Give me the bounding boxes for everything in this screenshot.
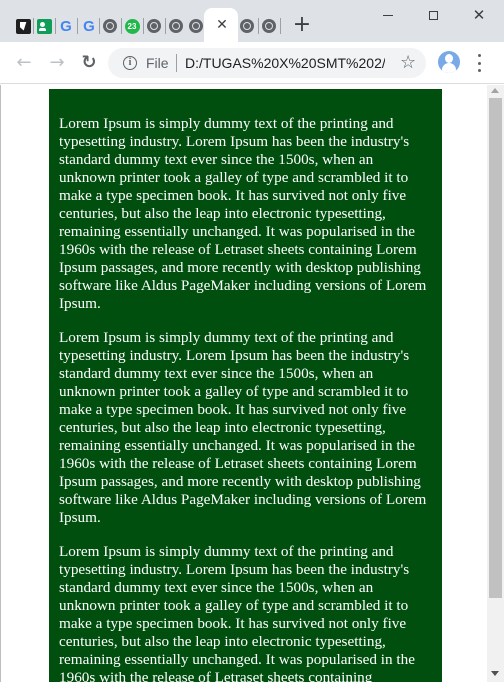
- reload-button[interactable]: ↻: [77, 51, 101, 75]
- tab-globe-4[interactable]: [238, 17, 256, 35]
- profile-avatar[interactable]: [438, 51, 460, 73]
- tab-divider: [165, 18, 166, 34]
- address-bar[interactable]: i File D:/TUGAS%20X%20SMT%202/... ☆: [108, 48, 426, 78]
- tab-divider: [258, 18, 259, 34]
- globe-icon: [103, 19, 117, 33]
- tab-divider: [33, 18, 34, 34]
- paragraph: Lorem Ipsum is simply dummy text of the …: [59, 543, 415, 682]
- kebab-menu-icon[interactable]: [476, 54, 482, 72]
- tab-globe-2[interactable]: [145, 17, 163, 35]
- tab-divider: [55, 18, 56, 34]
- info-icon[interactable]: i: [123, 56, 137, 70]
- address-divider: [176, 54, 177, 72]
- new-tab-button[interactable]: +: [292, 14, 312, 36]
- tab-divider: [77, 18, 78, 34]
- google-icon: G: [83, 17, 95, 35]
- tab-globe-1[interactable]: [101, 17, 119, 35]
- tab-divider: [99, 18, 100, 34]
- scroll-down-arrow-icon[interactable]: [491, 671, 499, 676]
- notification-badge-icon: 23: [124, 18, 140, 34]
- scrollbar-thumb[interactable]: [489, 98, 502, 598]
- forward-button[interactable]: →: [45, 51, 69, 75]
- tab-document[interactable]: [14, 17, 32, 35]
- page-viewport: Lorem Ipsum is simply dummy text of the …: [0, 85, 504, 682]
- tab-notifications[interactable]: 23: [123, 17, 141, 35]
- maximize-button[interactable]: [418, 4, 448, 26]
- scroll-up-arrow-icon[interactable]: [491, 88, 499, 93]
- url-text[interactable]: D:/TUGAS%20X%20SMT%202/...: [185, 55, 385, 71]
- paragraph: Lorem Ipsum is simply dummy text of the …: [59, 115, 427, 312]
- document-icon: [15, 18, 31, 34]
- globe-icon: [189, 19, 203, 33]
- tab-divider: [280, 18, 281, 34]
- vertical-scrollbar[interactable]: [487, 85, 504, 682]
- tab-classroom[interactable]: [35, 17, 53, 35]
- bookmark-star-icon[interactable]: ☆: [400, 53, 416, 73]
- classroom-icon: [36, 18, 52, 34]
- paragraph: Lorem Ipsum is simply dummy text of the …: [59, 329, 427, 526]
- globe-icon: [147, 19, 161, 33]
- tab-globe-3[interactable]: [167, 17, 185, 35]
- browser-toolbar: ← → ↻ i File D:/TUGAS%20X%20SMT%202/... …: [0, 42, 504, 84]
- globe-icon: [240, 19, 254, 33]
- tab-google-2[interactable]: G: [80, 17, 98, 35]
- content-box: Lorem Ipsum is simply dummy text of the …: [49, 89, 442, 682]
- google-icon: G: [60, 17, 72, 35]
- tab-divider: [143, 18, 144, 34]
- globe-icon: [262, 19, 276, 33]
- tab-globe-5[interactable]: [260, 17, 278, 35]
- tab-google-1[interactable]: G: [57, 17, 75, 35]
- window-close-button[interactable]: ✕: [464, 4, 494, 26]
- active-tab-favicon: [187, 17, 205, 35]
- scheme-label: File: [146, 55, 169, 71]
- close-tab-button[interactable]: ✕: [213, 16, 231, 34]
- back-button[interactable]: ←: [12, 51, 36, 75]
- tab-divider: [121, 18, 122, 34]
- minimize-button[interactable]: [373, 4, 403, 26]
- tab-strip: G G 23 ✕ + ✕: [0, 0, 504, 42]
- globe-icon: [169, 19, 183, 33]
